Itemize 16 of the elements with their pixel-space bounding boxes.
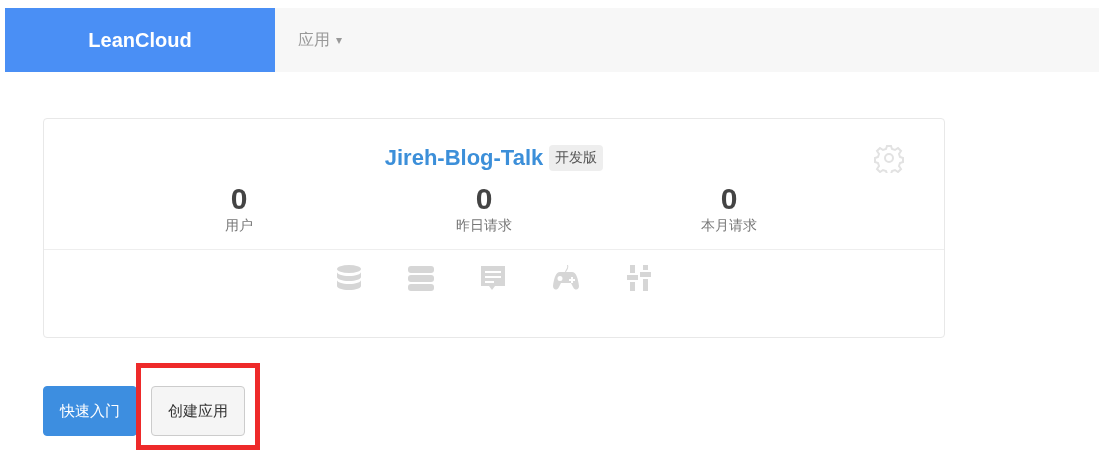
plan-badge: 开发版 xyxy=(549,145,604,171)
stat-value: 0 xyxy=(475,183,493,215)
stat-label: 昨日请求 xyxy=(456,217,512,235)
sliders-icon[interactable] xyxy=(624,263,654,293)
server-icon[interactable] xyxy=(406,263,436,293)
settings-icon[interactable] xyxy=(874,143,904,173)
stat-value: 0 xyxy=(720,183,738,215)
quick-start-button[interactable]: 快速入门 xyxy=(43,386,137,436)
database-icon[interactable] xyxy=(334,263,364,293)
brand-logo[interactable]: LeanCloud xyxy=(5,8,275,72)
create-app-button[interactable]: 创建应用 xyxy=(151,386,245,436)
app-name-link[interactable]: Jireh-Blog-Talk xyxy=(384,145,544,171)
stat-label: 用户 xyxy=(225,217,253,235)
apps-menu[interactable]: 应用 ▾ xyxy=(275,8,343,72)
stat-value: 0 xyxy=(230,183,248,215)
stat-label: 本月请求 xyxy=(701,217,757,235)
